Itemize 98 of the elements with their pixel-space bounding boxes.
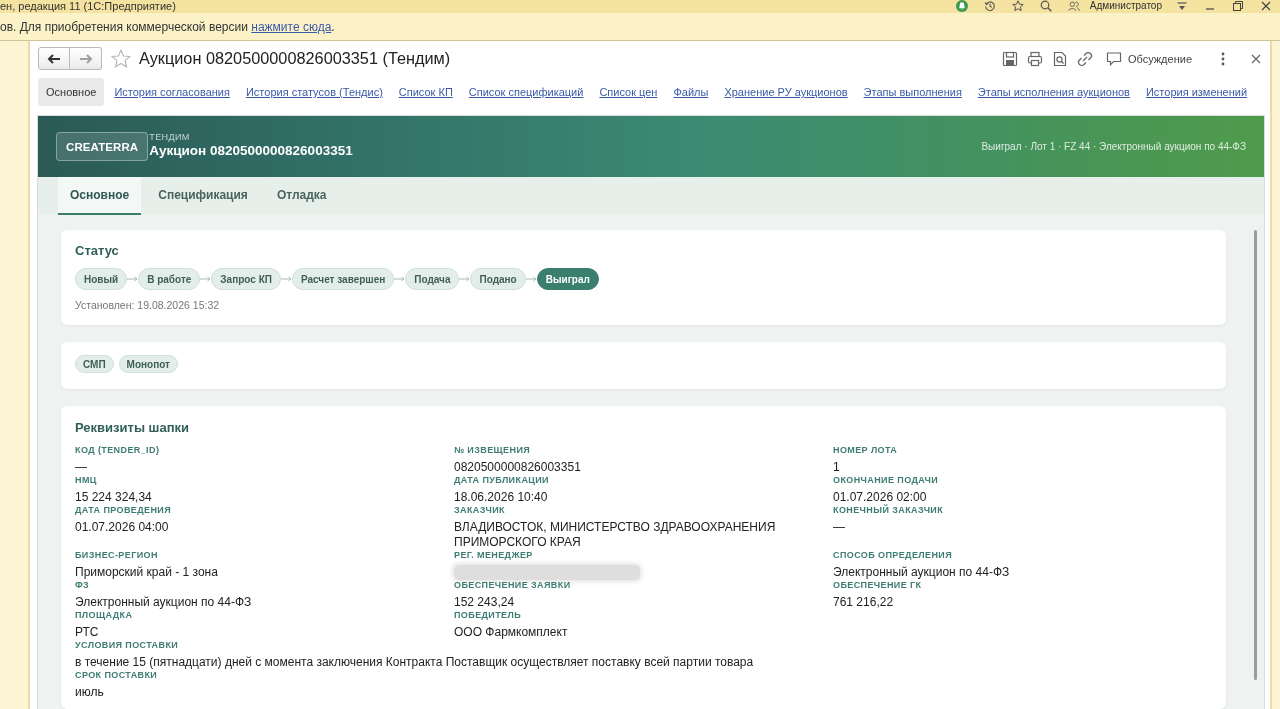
bell-icon[interactable] xyxy=(955,0,968,12)
field-label: ДАТА ПУБЛИКАЦИИ xyxy=(454,475,549,486)
arrow-icon xyxy=(280,276,292,282)
field-value: 01.07.2026 02:00 xyxy=(833,490,927,504)
field-value: 761 216,22 xyxy=(833,595,894,610)
field-label: ОБЕСПЕЧЕНИЕ ГК xyxy=(833,580,922,591)
summary-text: Выиграл · Лот 1 · FZ 44 · Электронный аукцион по 44-ФЗ xyxy=(981,141,1246,152)
status-chip: Новый xyxy=(75,268,128,290)
arrow-left-icon xyxy=(47,53,61,64)
restore-icon[interactable] xyxy=(1232,0,1244,12)
field-value: 1 xyxy=(833,460,840,475)
field-value: РТС xyxy=(75,625,99,640)
arrow-icon xyxy=(525,276,537,282)
field-label: ПЛОЩАДКА xyxy=(75,610,133,621)
section-tab[interactable]: Список цен xyxy=(599,78,658,106)
tab[interactable]: Спецификация xyxy=(146,177,260,215)
field-label: ПОБЕДИТЕЛЬ xyxy=(454,610,522,621)
preview-icon[interactable] xyxy=(1051,50,1068,67)
status-chip: Выиграл xyxy=(536,268,599,290)
field-label: СРОК ПОСТАВКИ xyxy=(75,670,158,681)
scrollbar[interactable] xyxy=(1254,230,1257,680)
arrow-icon xyxy=(394,276,406,282)
field-label: ОБЕСПЕЧЕНИЕ ЗАЯВКИ xyxy=(454,580,571,591)
form-title: Аукцион 0820500000826003351 (Тендим) xyxy=(139,49,451,68)
kicker-label: ТЕНДИМ xyxy=(149,131,191,142)
speech-bubble-icon xyxy=(1105,50,1122,67)
section-title: Реквизиты шапки xyxy=(75,420,191,436)
field-value: ООО Фармкомплект xyxy=(454,625,568,640)
status-chip: Подано xyxy=(470,268,526,290)
field-label: ФЗ xyxy=(75,580,90,591)
field-value: 152 243,24 xyxy=(454,595,515,610)
field-label: ЗАКАЗЧИК xyxy=(454,505,505,516)
section-tab[interactable]: Основное xyxy=(38,78,105,106)
window-title: ен, редакция 11 (1С:Предприятие) xyxy=(0,0,176,12)
field-value: Электронный аукцион по 44-ФЗ xyxy=(833,565,1010,580)
field-value: — xyxy=(75,460,87,475)
field-label: СПОСОБ ОПРЕДЕЛЕНИЯ xyxy=(833,550,953,561)
arrow-icon xyxy=(459,276,471,282)
user-name[interactable]: Администратор xyxy=(1089,0,1162,11)
field-label: КОД (TENDER_ID) xyxy=(75,445,160,456)
field-value: Электронный аукцион по 44-ФЗ xyxy=(75,595,252,610)
logo: CREATERRA xyxy=(56,132,149,161)
close-icon[interactable] xyxy=(1260,0,1272,12)
arrow-right-icon xyxy=(78,53,93,64)
field-label: БИЗНЕС-РЕГИОН xyxy=(75,550,158,561)
close-icon[interactable] xyxy=(1251,53,1261,64)
status-chip: Подача xyxy=(405,268,460,290)
field-value: 15 224 324,34 xyxy=(75,490,152,505)
section-tab[interactable]: История статусов (Тендис) xyxy=(245,78,383,106)
star-icon[interactable] xyxy=(1011,0,1024,12)
print-icon[interactable] xyxy=(1026,50,1043,67)
back-button[interactable] xyxy=(38,47,70,70)
field-value: июль xyxy=(75,685,104,700)
history-icon[interactable] xyxy=(983,0,996,12)
caret-icon[interactable] xyxy=(1176,0,1188,12)
field-value: — xyxy=(833,520,845,535)
status-chip: В работе xyxy=(138,268,201,290)
field-label: № ИЗВЕЩЕНИЯ xyxy=(454,445,531,456)
link-icon[interactable] xyxy=(1076,50,1093,67)
users-icon[interactable] xyxy=(1067,0,1080,12)
tag-chip: Монопот xyxy=(118,355,178,373)
tab[interactable]: Основное xyxy=(58,177,142,215)
field-value: 01.07.2026 04:00 xyxy=(75,520,169,535)
section-tab[interactable]: Хранение РУ аукционов xyxy=(724,78,848,106)
field-value: 0820500000826003351 xyxy=(454,460,581,475)
status-timestamp: Установлен: 19.08.2026 15:32 xyxy=(75,299,221,312)
search-icon[interactable] xyxy=(1039,0,1052,12)
field-label: НОМЕР ЛОТА xyxy=(833,445,898,456)
section-tab[interactable]: Файлы xyxy=(673,78,709,106)
field-label: КОНЕЧНЫЙ ЗАКАЗЧИК xyxy=(833,505,944,516)
section-tab[interactable]: Этапы исполнения аукционов xyxy=(977,78,1130,106)
arrow-icon xyxy=(200,276,212,282)
star-icon[interactable] xyxy=(111,48,131,69)
more-icon[interactable] xyxy=(1221,51,1225,66)
section-tab[interactable]: История изменений xyxy=(1145,78,1248,106)
section-tab[interactable]: Список КП xyxy=(398,78,453,106)
field-value: Приморский край - 1 зона xyxy=(75,565,218,580)
field-label: НМЦ xyxy=(75,475,97,486)
field-label: ОКОНЧАНИЕ ПОДАЧИ xyxy=(833,475,939,486)
field-label: РЕГ. МЕНЕДЖЕР xyxy=(454,550,533,561)
status-chip: Запрос КП xyxy=(211,268,281,290)
field-label: УСЛОВИЯ ПОСТАВКИ xyxy=(75,640,179,651)
field-value: ВЛАДИВОСТОК, МИНИСТЕРСТВО ЗДРАВООХРАНЕНИЯ ПРИМОРСКОГО КРАЯ xyxy=(454,520,777,550)
notice-text: ов. Для приобретения коммерческой версии нажмите сюда. xyxy=(0,19,335,34)
discussion-button[interactable]: Обсуждение xyxy=(1105,50,1192,67)
section-tab[interactable]: История согласования xyxy=(114,78,230,106)
status-chip: Расчет завершен xyxy=(291,268,395,290)
save-icon[interactable] xyxy=(1001,50,1018,67)
section-tab[interactable]: Этапы выполнения xyxy=(863,78,962,106)
section-title: Статус xyxy=(75,243,120,259)
field-value: 18.06.2026 10:40 xyxy=(454,490,548,505)
arrow-icon xyxy=(127,276,139,282)
auction-title: Аукцион 0820500000826003351 xyxy=(149,142,353,159)
field-label: ДАТА ПРОВЕДЕНИЯ xyxy=(75,505,172,516)
tab[interactable]: Отладка xyxy=(264,177,339,215)
section-tab[interactable]: Список спецификаций xyxy=(468,78,584,106)
tag-chip: СМП xyxy=(75,355,114,373)
field-value: в течение 15 (пятнадцати) дней с момента заключения Контракта Поставщик осуществляет поставку всей партии товара xyxy=(75,655,754,670)
